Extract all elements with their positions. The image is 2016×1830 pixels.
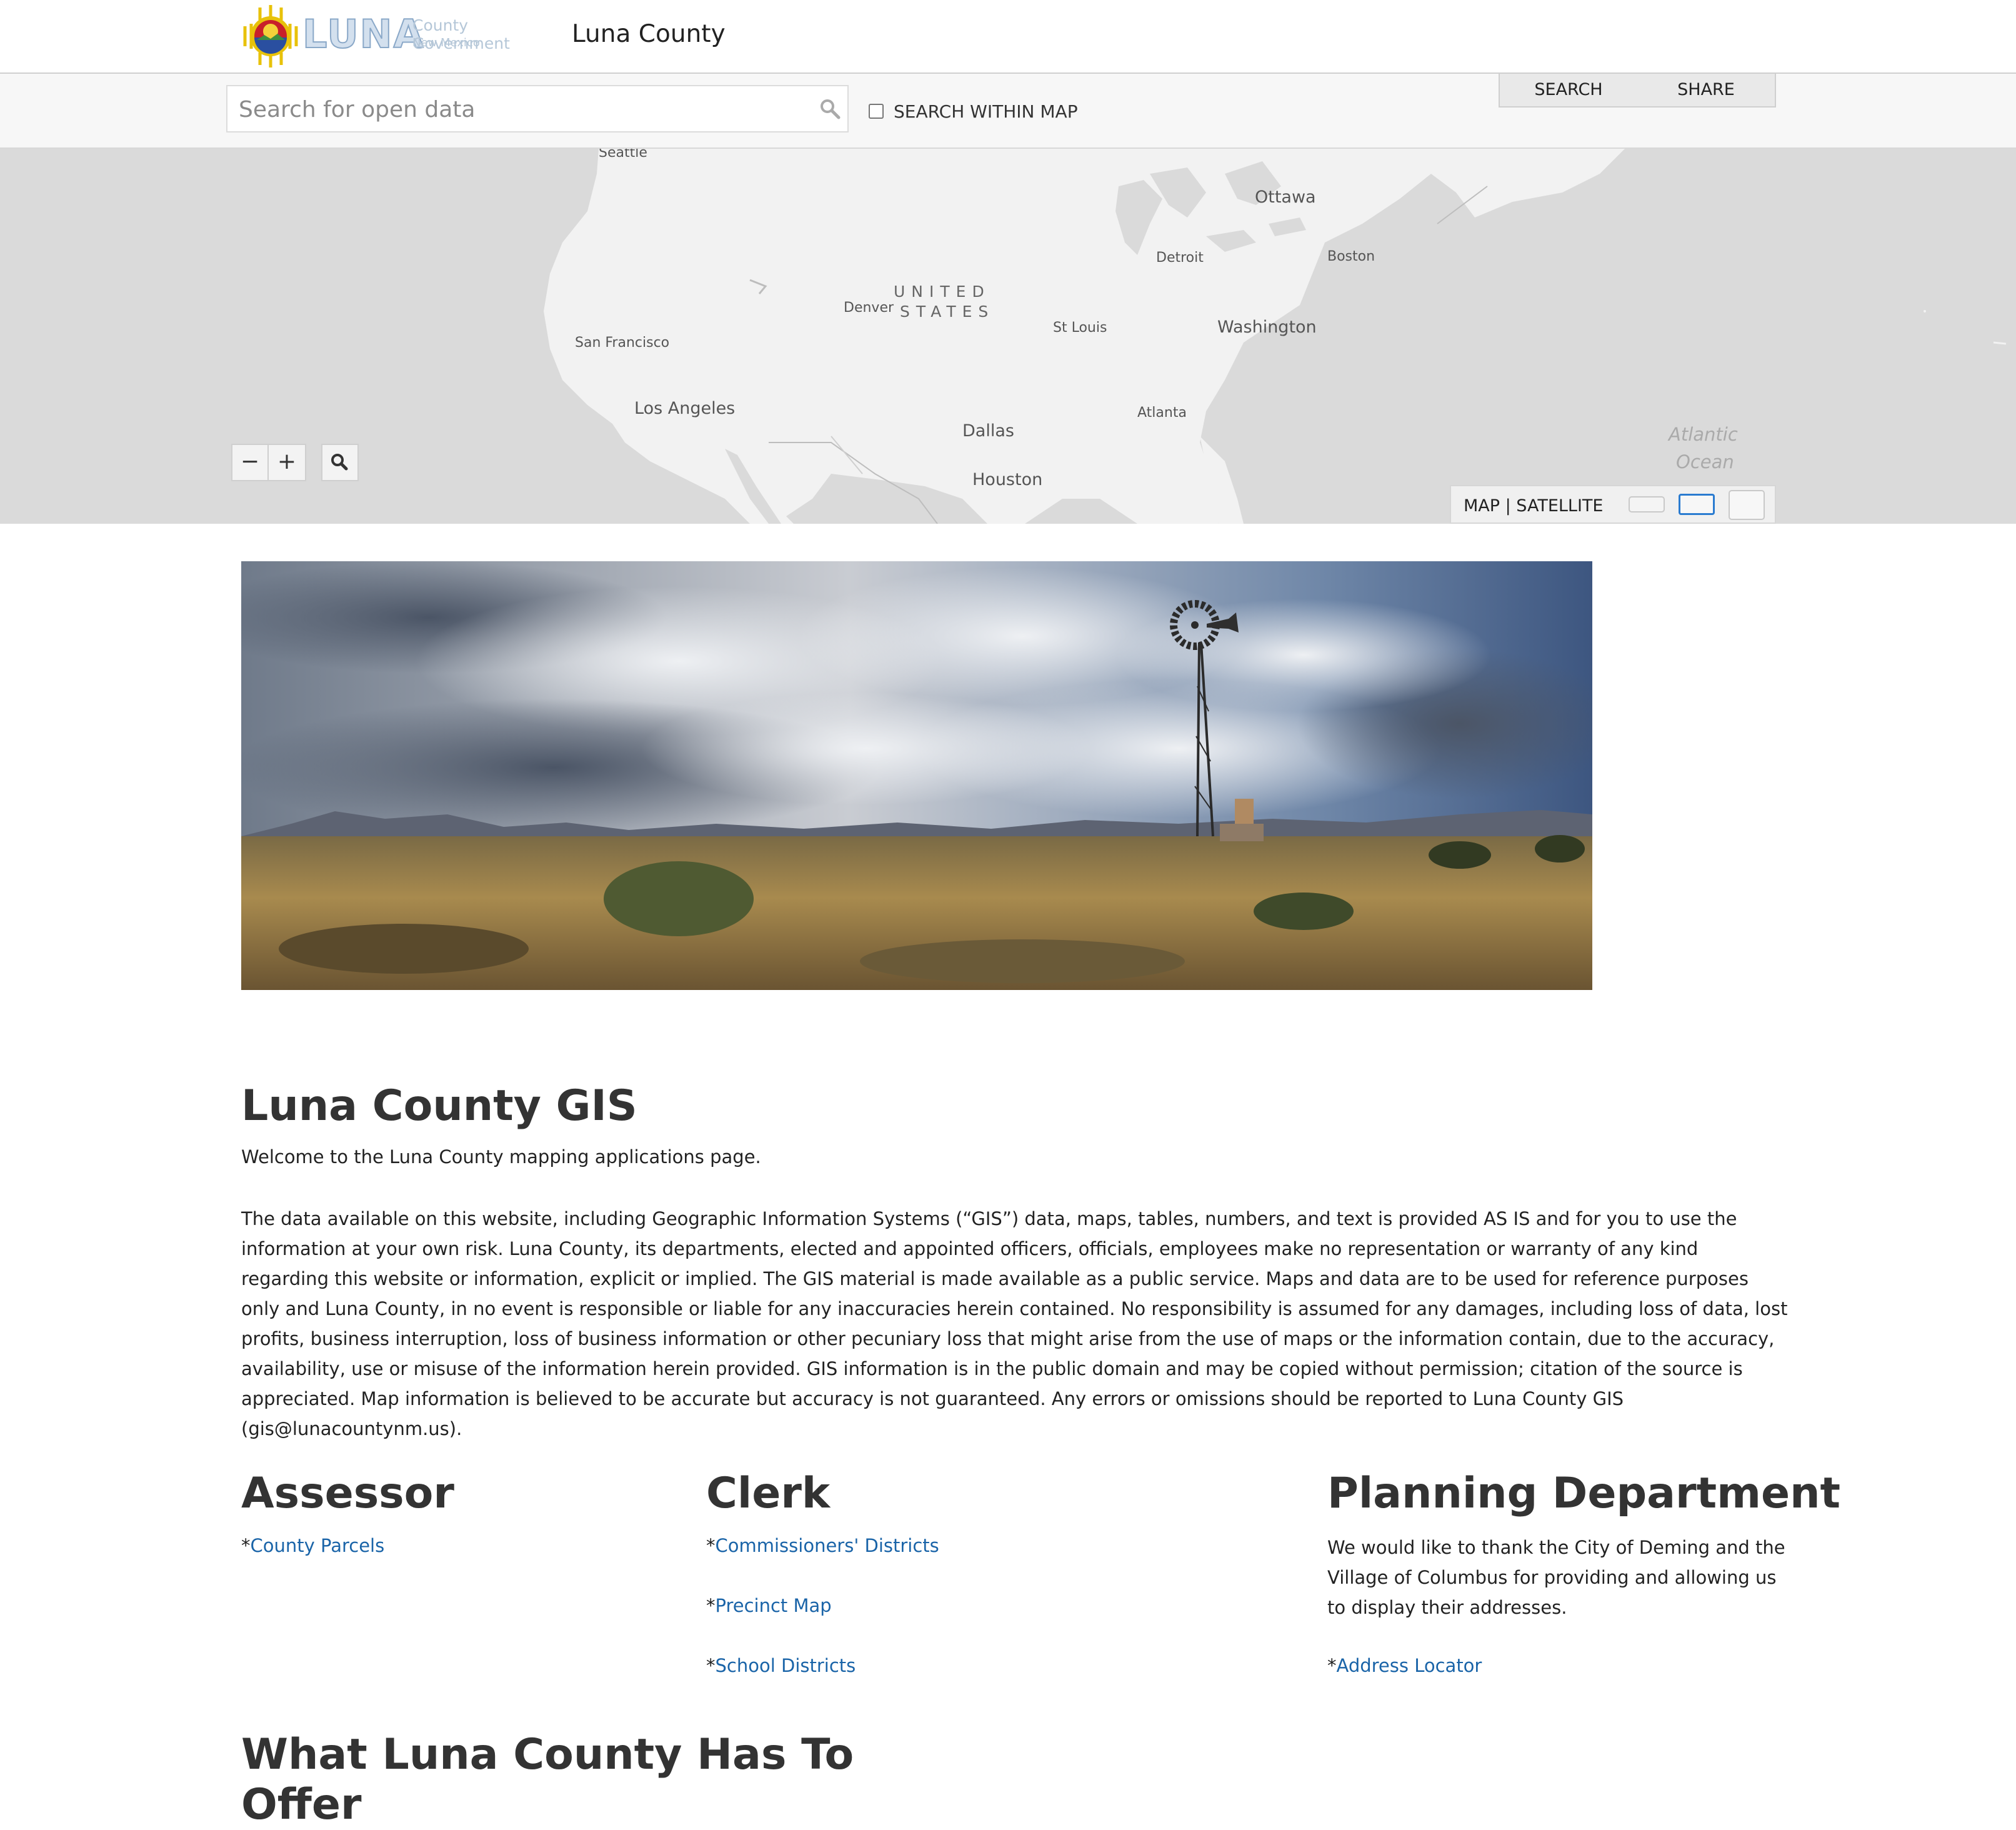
map-label-united: UNITED: [894, 282, 991, 301]
map-label-boston: Boston: [1327, 249, 1375, 264]
luna-county-logo[interactable]: LUNA County Government New Mexico: [236, 5, 554, 68]
address-locator-link[interactable]: Address Locator: [1337, 1655, 1482, 1676]
welcome-text: Welcome to the Luna County mapping appli…: [241, 1146, 761, 1168]
map-label-detroit: Detroit: [1156, 250, 1204, 266]
clerk-link-precinct: *Precinct Map: [706, 1595, 832, 1616]
map-label-states: STATES: [900, 302, 995, 321]
site-title[interactable]: Luna County: [572, 20, 726, 48]
map-label-st-louis: St Louis: [1053, 320, 1107, 336]
commissioners-districts-link[interactable]: Commissioners' Districts: [716, 1535, 939, 1556]
county-parcels-link[interactable]: County Parcels: [251, 1535, 385, 1556]
search-share-tabs: SEARCH SHARE: [1499, 74, 1776, 108]
search-within-map-checkbox[interactable]: [869, 104, 884, 119]
logo-wordmark: LUNA: [302, 11, 425, 58]
windmill-landscape-image: [241, 561, 1592, 990]
search-input[interactable]: [227, 86, 802, 132]
tab-search[interactable]: SEARCH: [1500, 74, 1637, 106]
basemap-toggle-label[interactable]: MAP | SATELLITE: [1464, 496, 1603, 516]
clerk-heading: Clerk: [706, 1469, 831, 1518]
map-label-los-angeles: Los Angeles: [634, 399, 736, 418]
bullet: *: [1327, 1655, 1337, 1676]
planning-heading: Planning Department: [1327, 1469, 1840, 1518]
map-label-houston: Houston: [972, 470, 1043, 489]
precinct-map-link[interactable]: Precinct Map: [716, 1595, 832, 1616]
search-within-map-label: SEARCH WITHIN MAP: [894, 101, 1078, 122]
assessor-heading: Assessor: [241, 1469, 454, 1518]
bullet: *: [706, 1595, 716, 1616]
disclaimer-text: The data available on this website, incl…: [241, 1208, 1788, 1439]
zoom-controls: − +: [231, 444, 306, 481]
tab-share[interactable]: SHARE: [1637, 74, 1775, 106]
logo-state: New Mexico: [412, 36, 480, 49]
planning-text: We would like to thank the City of Demin…: [1327, 1537, 1785, 1618]
map-label-denver: Denver: [844, 300, 894, 316]
bullet: *: [706, 1535, 716, 1556]
zoom-out-button[interactable]: −: [231, 444, 269, 481]
map-label-atlantic: Atlantic: [1669, 424, 1738, 445]
assessor-link-county-parcels: *County Parcels: [241, 1535, 384, 1556]
map-label-seattle: Seattle: [599, 149, 647, 161]
map-locate-button[interactable]: [321, 444, 359, 481]
map-label-ottawa: Ottawa: [1255, 188, 1316, 207]
clerk-link-school: *School Districts: [706, 1655, 856, 1676]
basemap-thumb-satellite[interactable]: [1729, 490, 1765, 520]
map-label-dallas: Dallas: [962, 421, 1014, 441]
magnifier-icon: [331, 454, 348, 471]
map-label-ocean: Ocean: [1676, 451, 1734, 472]
basemap-switcher: MAP | SATELLITE: [1450, 485, 1776, 524]
search-icon[interactable]: [819, 98, 841, 122]
page-title: Luna County GIS: [241, 1081, 637, 1131]
zia-sun-logo-icon: [243, 5, 298, 68]
bullet: *: [241, 1535, 251, 1556]
map-label-atlanta: Atlanta: [1137, 405, 1187, 421]
offer-heading: What Luna County Has To Offer: [241, 1730, 854, 1829]
zoom-in-button[interactable]: +: [269, 444, 306, 481]
map-label-san-francisco: San Francisco: [575, 335, 670, 351]
bullet: *: [706, 1655, 716, 1676]
search-within-map-toggle[interactable]: SEARCH WITHIN MAP: [869, 100, 1078, 122]
map-label-washington: Washington: [1217, 318, 1317, 337]
basemap-thumb-light[interactable]: [1629, 496, 1665, 512]
top-header: LUNA County Government New Mexico Luna C…: [0, 0, 2016, 74]
search-box: [226, 85, 849, 132]
map-view[interactable]: Seattle Ottawa Detroit Boston UNITED STA…: [0, 149, 2016, 524]
planning-link-address: *Address Locator: [1327, 1655, 1482, 1676]
basemap-thumb-gray-selected[interactable]: [1679, 494, 1715, 515]
clerk-link-commissioners: *Commissioners' Districts: [706, 1535, 939, 1556]
school-districts-link[interactable]: School Districts: [716, 1655, 856, 1676]
hero-landscape-image: [241, 561, 1592, 990]
